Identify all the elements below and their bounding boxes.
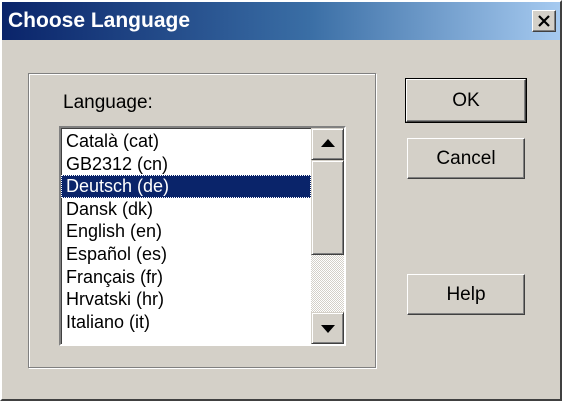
scroll-down-button[interactable] xyxy=(311,312,344,344)
language-item[interactable]: Français (fr) xyxy=(61,266,311,289)
help-button[interactable]: Help xyxy=(407,274,525,315)
close-button[interactable] xyxy=(532,10,556,32)
language-item[interactable]: Deutsch (de) xyxy=(61,175,311,198)
close-icon xyxy=(538,15,550,27)
arrow-up-icon xyxy=(321,139,335,147)
language-item[interactable]: Español (es) xyxy=(61,243,311,266)
language-list: Català (cat) GB2312 (cn) Deutsch (de) Dansk… xyxy=(61,130,311,333)
ok-button[interactable]: OK xyxy=(405,78,527,123)
language-listbox[interactable]: Català (cat) GB2312 (cn) Deutsch (de) Dansk… xyxy=(59,126,346,346)
language-item[interactable]: Hrvatski (hr) xyxy=(61,288,311,311)
language-item[interactable]: Català (cat) xyxy=(61,130,311,153)
language-label: Language: xyxy=(63,92,153,113)
language-item[interactable]: GB2312 (cn) xyxy=(61,153,311,176)
scroll-thumb[interactable] xyxy=(311,160,344,255)
choose-language-dialog: Choose Language Language: Català (cat) GB… xyxy=(0,0,562,401)
cancel-button[interactable]: Cancel xyxy=(407,138,525,179)
scroll-up-button[interactable] xyxy=(311,128,344,160)
title-bar[interactable]: Choose Language xyxy=(2,2,560,40)
language-item[interactable]: English (en) xyxy=(61,220,311,243)
window-title: Choose Language xyxy=(8,9,191,32)
language-item[interactable]: Italiano (it) xyxy=(61,311,311,334)
language-item[interactable]: Dansk (dk) xyxy=(61,198,311,221)
list-scrollbar[interactable] xyxy=(311,128,344,344)
arrow-down-icon xyxy=(321,325,335,333)
